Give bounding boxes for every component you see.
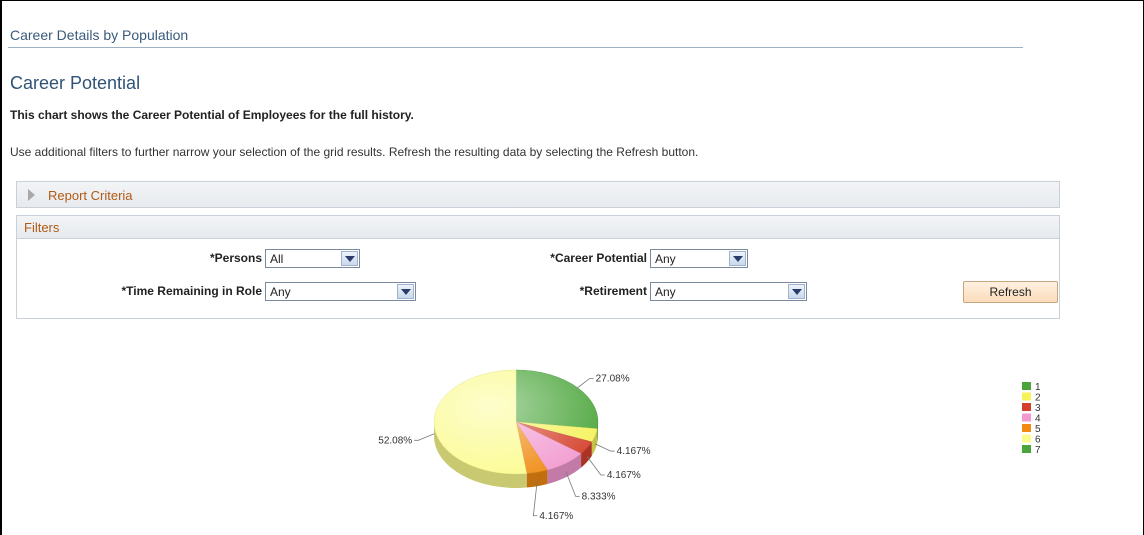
chevron-down-icon[interactable] bbox=[397, 284, 414, 299]
career-potential-pie-chart: 27.08% 4.167% 4.167% 8.333% 4.167% 52.08% 123… bbox=[378, 369, 1041, 522]
career-potential-label: *Career Potential bbox=[550, 251, 647, 265]
page-instructions: Use additional filters to further narrow… bbox=[10, 145, 699, 159]
pie-leader-line bbox=[577, 378, 594, 389]
report-criteria-section[interactable]: Report Criteria bbox=[16, 181, 1060, 208]
persons-select-value: All bbox=[270, 252, 284, 266]
legend-swatch bbox=[1022, 445, 1031, 453]
legend-label: 3 bbox=[1035, 403, 1041, 414]
pie-leader-line bbox=[595, 443, 615, 452]
pie-data-label: 4.167% bbox=[607, 470, 641, 481]
legend-label: 1 bbox=[1035, 382, 1041, 393]
chevron-down-icon[interactable] bbox=[788, 284, 805, 299]
breadcrumb: Career Details by Population bbox=[10, 27, 189, 43]
retirement-label: *Retirement bbox=[579, 284, 647, 298]
legend-label: 7 bbox=[1035, 445, 1041, 456]
pie-data-label: 52.08% bbox=[378, 435, 412, 446]
pie-data-label: 8.333% bbox=[582, 491, 616, 502]
legend-label: 4 bbox=[1035, 414, 1041, 425]
career-potential-select[interactable]: Any bbox=[650, 249, 748, 268]
time-remaining-label: *Time Remaining in Role bbox=[121, 284, 262, 298]
chevron-down-icon[interactable] bbox=[729, 251, 746, 266]
pie-data-label: 27.08% bbox=[596, 373, 630, 384]
legend-swatch bbox=[1022, 413, 1031, 422]
refresh-button[interactable]: Refresh bbox=[963, 281, 1058, 303]
chevron-down-icon[interactable] bbox=[341, 251, 358, 266]
pie-data-label: 4.167% bbox=[539, 511, 573, 522]
pie-leader-line bbox=[586, 456, 605, 476]
legend-swatch bbox=[1022, 392, 1031, 401]
legend-label: 6 bbox=[1035, 435, 1041, 446]
legend-swatch bbox=[1022, 434, 1031, 443]
filters-header-label: Filters bbox=[24, 220, 60, 235]
time-remaining-select[interactable]: Any bbox=[265, 282, 416, 301]
persons-select[interactable]: All bbox=[265, 249, 360, 268]
persons-label: *Persons bbox=[209, 251, 262, 265]
pie-leader-line bbox=[414, 433, 435, 441]
filters-panel: Filters bbox=[16, 215, 1060, 319]
page-description-bold: This chart shows the Career Potential of… bbox=[10, 108, 414, 122]
expand-triangle-icon[interactable] bbox=[28, 189, 35, 201]
pie-highlight bbox=[434, 370, 598, 474]
page-title: Career Potential bbox=[10, 73, 141, 93]
filters-header: Filters bbox=[17, 216, 1059, 239]
legend-swatch bbox=[1022, 424, 1031, 432]
legend-label: 2 bbox=[1035, 393, 1041, 404]
legend-swatch bbox=[1022, 382, 1031, 390]
retirement-select[interactable]: Any bbox=[650, 282, 807, 301]
career-potential-select-value: Any bbox=[655, 252, 676, 266]
pie-data-label: 4.167% bbox=[617, 446, 651, 457]
time-remaining-select-value: Any bbox=[270, 285, 291, 299]
breadcrumb-divider bbox=[8, 47, 1023, 48]
retirement-select-value: Any bbox=[655, 285, 676, 299]
report-criteria-label[interactable]: Report Criteria bbox=[48, 188, 133, 203]
legend-swatch bbox=[1022, 403, 1031, 411]
legend-label: 5 bbox=[1035, 424, 1041, 435]
